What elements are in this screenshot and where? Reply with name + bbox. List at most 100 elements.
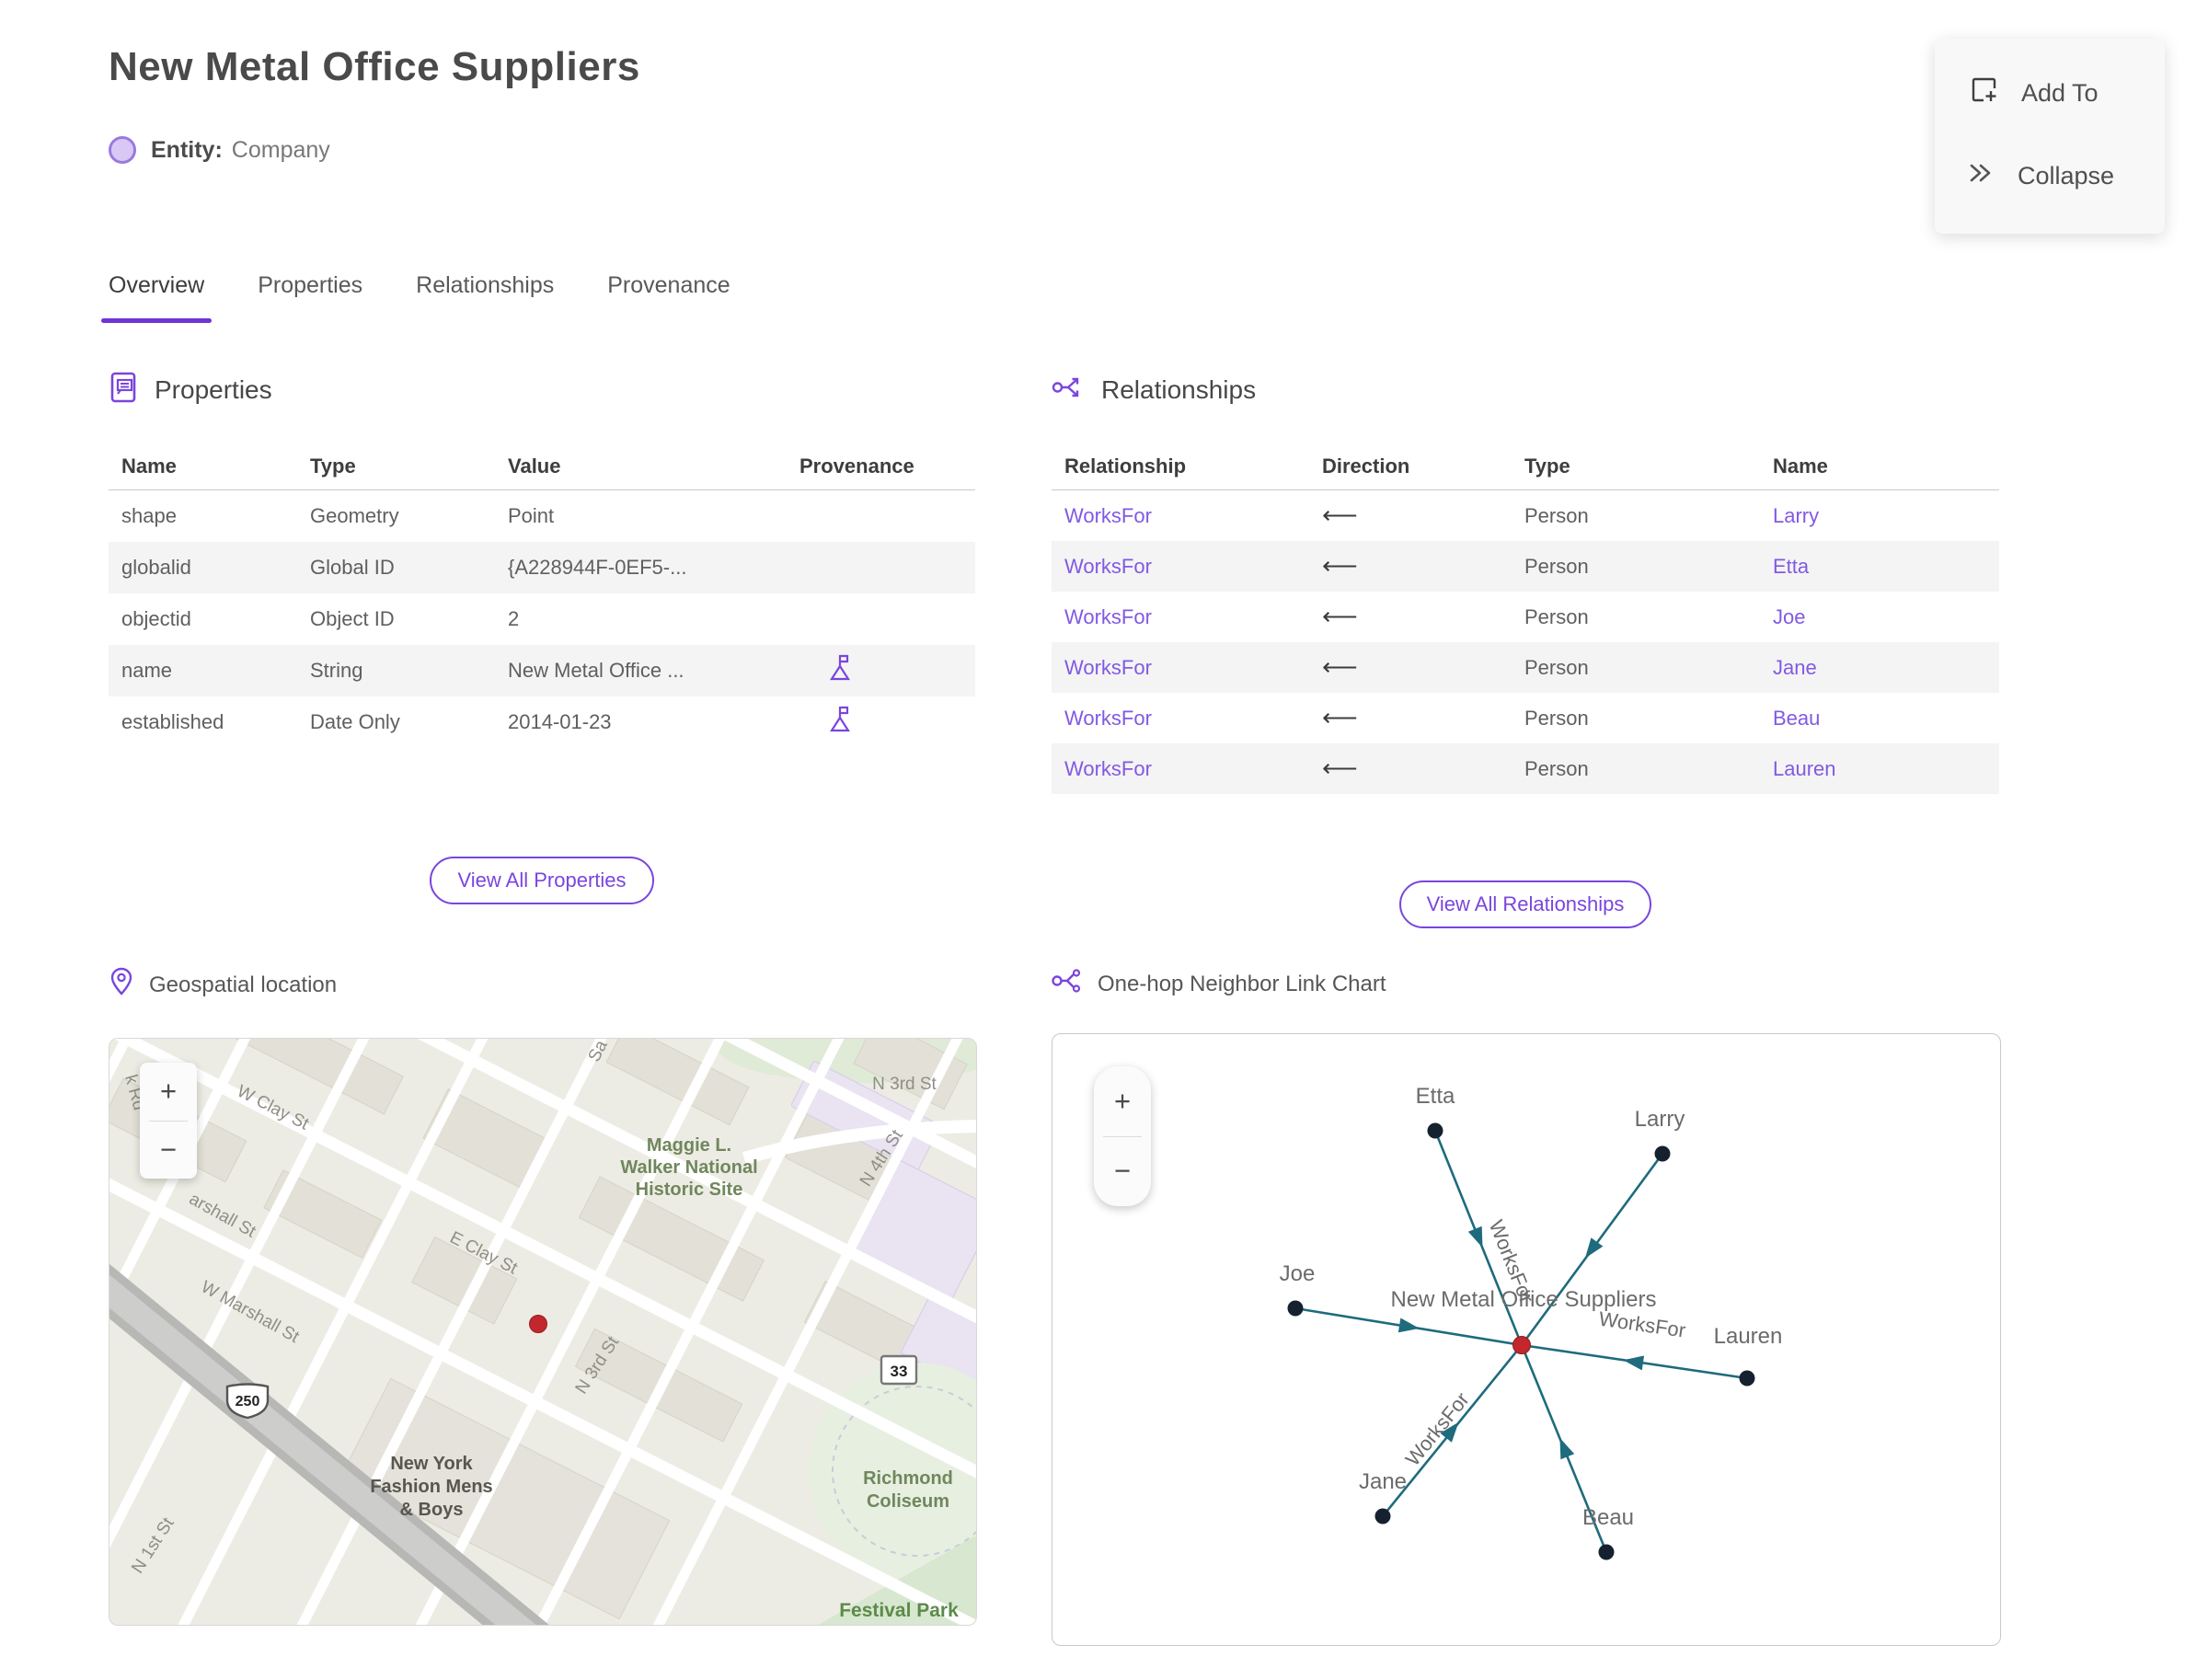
rel-type: Person: [1524, 655, 1589, 679]
node-label: Jane: [1359, 1469, 1407, 1494]
entity-link[interactable]: Jane: [1760, 656, 1999, 680]
relationships-section-header: Relationships: [1052, 372, 1999, 408]
poi-label: Festival Park: [839, 1600, 959, 1621]
add-to-label: Add To: [2021, 78, 2099, 107]
direction-arrow: ⟵: [1322, 704, 1358, 731]
table-row: objectid Object ID 2: [109, 593, 975, 645]
direction-arrow: ⟵: [1322, 754, 1358, 782]
rel-type: Person: [1524, 503, 1589, 527]
map-canvas: k Rd W Clay St Sa arshall St W Marshall …: [109, 1039, 976, 1625]
relationship-link[interactable]: WorksFor: [1052, 757, 1309, 781]
entity-type-dot-icon: [109, 136, 136, 164]
collapse-button[interactable]: Collapse: [1966, 153, 2165, 199]
zoom-out-button[interactable]: −: [140, 1122, 197, 1179]
link-chart-icon: [1052, 966, 1083, 1002]
poi-label: Coliseum: [867, 1491, 949, 1512]
prop-type: Geometry: [310, 504, 399, 527]
rel-type: Person: [1524, 554, 1589, 578]
properties-table: Name Type Value Provenance shape Geometr…: [109, 443, 975, 748]
location-marker[interactable]: [529, 1315, 547, 1333]
provenance-flag-icon[interactable]: [748, 653, 973, 688]
chart-zoom-control: + −: [1094, 1066, 1151, 1206]
prop-type: Date Only: [310, 710, 400, 733]
zoom-in-button[interactable]: +: [1094, 1066, 1151, 1136]
direction-arrow: ⟵: [1322, 501, 1358, 529]
node-lauren[interactable]: [1739, 1370, 1755, 1387]
table-row: name String New Metal Office ...: [109, 645, 975, 696]
zoom-out-button[interactable]: −: [1094, 1137, 1151, 1207]
relationship-link[interactable]: WorksFor: [1052, 555, 1309, 579]
col-value: Value: [508, 455, 561, 478]
prop-value: {A228944F-0EF5-...: [508, 556, 687, 579]
relationships-title: Relationships: [1101, 375, 1257, 404]
entity-link[interactable]: Larry: [1760, 504, 1999, 528]
col-type: Type: [1524, 455, 1570, 478]
relationship-link[interactable]: WorksFor: [1052, 605, 1309, 629]
entity-link[interactable]: Beau: [1760, 707, 1999, 731]
poi-label: & Boys: [400, 1500, 464, 1520]
node-label: Lauren: [1714, 1324, 1783, 1349]
node-label: Joe: [1280, 1261, 1316, 1286]
relationships-table: Relationship Direction Type Name WorksFo…: [1052, 443, 1999, 794]
add-to-button[interactable]: Add To: [1966, 70, 2165, 116]
node-etta[interactable]: [1427, 1122, 1443, 1139]
prop-value: Point: [508, 504, 555, 527]
one-hop-link-chart[interactable]: WorksFor WorksFor WorksFor Etta Larry Jo…: [1052, 1033, 2001, 1646]
properties-title: Properties: [155, 375, 272, 404]
direction-arrow: ⟵: [1322, 653, 1358, 681]
prop-type: String: [310, 659, 363, 682]
svg-text:250: 250: [236, 1394, 260, 1410]
node-label: Larry: [1635, 1107, 1685, 1132]
tab-bar: Overview Properties Relationships Proven…: [100, 272, 730, 323]
entity-type-value: Company: [231, 136, 330, 163]
geospatial-map[interactable]: k Rd W Clay St Sa arshall St W Marshall …: [109, 1038, 977, 1626]
entity-link[interactable]: Lauren: [1760, 757, 1999, 781]
relationship-link[interactable]: WorksFor: [1052, 707, 1309, 731]
tab-provenance[interactable]: Provenance: [607, 272, 730, 323]
route-shield-250: 250: [225, 1383, 270, 1420]
relationship-link[interactable]: WorksFor: [1052, 504, 1309, 528]
properties-section: Properties Name Type Value Provenance sh…: [109, 372, 975, 904]
prop-name: name: [121, 659, 173, 682]
tab-relationships[interactable]: Relationships: [416, 272, 554, 323]
zoom-in-button[interactable]: +: [140, 1063, 197, 1121]
table-row: WorksFor ⟵ Person Larry: [1052, 490, 1999, 541]
view-all-relationships-button[interactable]: View All Relationships: [1398, 880, 1652, 928]
col-direction: Direction: [1322, 455, 1410, 478]
linkchart-section-header: One-hop Neighbor Link Chart: [1052, 966, 1386, 1002]
poi-label: New York: [390, 1454, 473, 1474]
node-label: Etta: [1416, 1084, 1455, 1109]
edge-label: WorksFor: [1401, 1388, 1474, 1471]
map-zoom-control: + −: [140, 1063, 197, 1179]
node-beau[interactable]: [1598, 1544, 1615, 1560]
prop-value: New Metal Office ...: [508, 659, 684, 682]
center-node[interactable]: [1512, 1336, 1531, 1354]
entity-row: Entity: Company: [109, 136, 330, 164]
tab-properties[interactable]: Properties: [258, 272, 362, 323]
prop-name: established: [121, 710, 224, 733]
poi-label: Historic Site: [636, 1179, 743, 1200]
linkchart-title: One-hop Neighbor Link Chart: [1098, 971, 1386, 996]
tab-overview[interactable]: Overview: [100, 272, 213, 323]
node-larry[interactable]: [1654, 1145, 1671, 1162]
entity-label: Entity:: [151, 136, 223, 163]
node-joe[interactable]: [1287, 1300, 1304, 1317]
relationships-section: Relationships Relationship Direction Typ…: [1052, 372, 1999, 928]
table-row: WorksFor ⟵ Person Lauren: [1052, 743, 1999, 794]
node-jane[interactable]: [1374, 1508, 1391, 1525]
entity-link[interactable]: Joe: [1760, 605, 1999, 629]
entity-link[interactable]: Etta: [1760, 555, 1999, 579]
provenance-flag-icon[interactable]: [748, 705, 973, 740]
col-relationship: Relationship: [1064, 455, 1187, 478]
poi-label: Richmond: [863, 1468, 953, 1489]
prop-name: globalid: [121, 556, 191, 579]
node-label: Beau: [1582, 1505, 1634, 1530]
relationships-icon: [1052, 373, 1085, 408]
col-type: Type: [310, 455, 356, 478]
view-all-properties-button[interactable]: View All Properties: [430, 857, 654, 904]
properties-table-header: Name Type Value Provenance: [109, 443, 975, 490]
prop-type: Global ID: [310, 556, 395, 579]
relationship-link[interactable]: WorksFor: [1052, 656, 1309, 680]
entity-details-page: New Metal Office Suppliers Entity: Compa…: [0, 0, 2208, 1680]
svg-text:33: 33: [891, 1363, 908, 1380]
